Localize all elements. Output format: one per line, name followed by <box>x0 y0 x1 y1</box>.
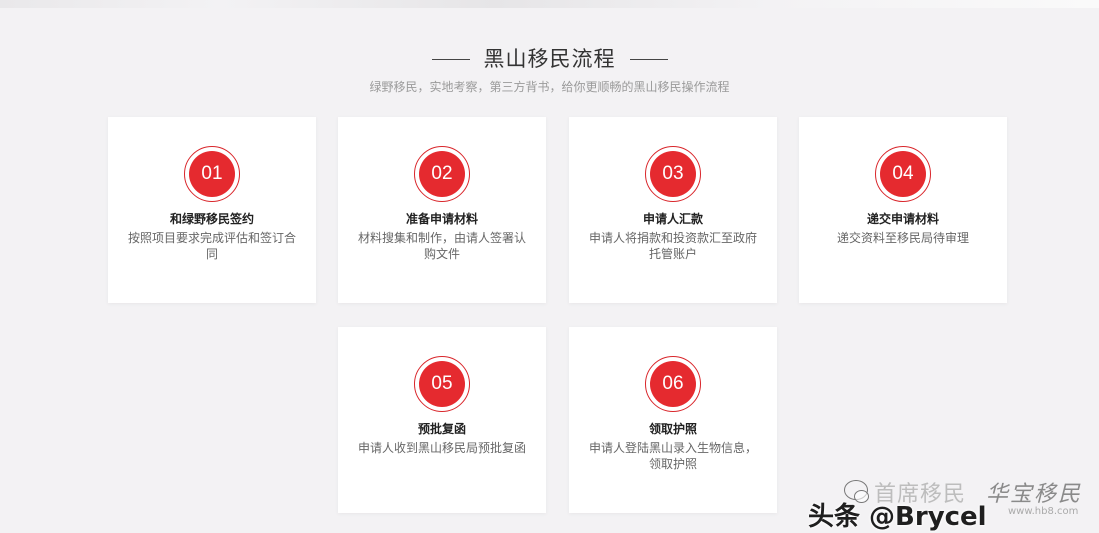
title-row: 黑山移民流程 <box>0 44 1099 74</box>
step-number: 03 <box>650 151 696 197</box>
step-card-2: 02 准备申请材料 材料搜集和制作，由请人签署认购文件 <box>338 117 546 303</box>
section-subtitle: 绿野移民，实地考察，第三方背书，给你更顺畅的黑山移民操作流程 <box>369 80 730 94</box>
step-title: 申请人汇款 <box>642 212 703 226</box>
title-line-left <box>431 58 470 60</box>
watermark-toutiao: 头条 @Brycel <box>808 502 987 532</box>
step-number-ring: 01 <box>184 146 240 202</box>
watermark: 首席移民 头条 @Brycel 华宝移民 www.hb8.com <box>808 474 1099 532</box>
step-description: 申请人登陆黑山录入生物信息，领取护照 <box>589 441 758 471</box>
step-card-3: 03 申请人汇款 申请人将捐款和投资款汇至政府托管账户 <box>569 117 777 303</box>
watermark-logo-url: www.hb8.com <box>1008 506 1079 517</box>
step-card-4: 04 递交申请材料 递交资料至移民局待审理 <box>799 117 1007 303</box>
step-number-ring: 05 <box>414 356 470 412</box>
step-title: 递交申请材料 <box>866 212 939 226</box>
top-banner-strip <box>0 0 1099 8</box>
watermark-logo: 华宝移民 www.hb8.com <box>984 474 1094 520</box>
step-title: 和绿野移民签约 <box>169 212 254 226</box>
step-description: 按照项目要求完成评估和签订合同 <box>128 231 297 261</box>
step-number: 02 <box>419 151 465 197</box>
section-title: 黑山移民流程 <box>483 47 616 71</box>
step-card-5: 05 预批复函 申请人收到黑山移民局预批复函 <box>338 327 546 513</box>
step-title: 准备申请材料 <box>405 212 478 226</box>
section-header: 黑山移民流程 绿野移民，实地考察，第三方背书，给你更顺畅的黑山移民操作流程 <box>0 44 1099 95</box>
step-description: 材料搜集和制作，由请人签署认购文件 <box>358 231 527 261</box>
step-title: 领取护照 <box>648 422 697 436</box>
step-description: 申请人将捐款和投资款汇至政府托管账户 <box>589 231 758 261</box>
step-number: 04 <box>880 151 926 197</box>
step-description: 申请人收到黑山移民局预批复函 <box>358 441 527 455</box>
step-card-1: 01 和绿野移民签约 按照项目要求完成评估和签订合同 <box>108 117 316 303</box>
step-description: 递交资料至移民局待审理 <box>836 231 969 245</box>
step-card-6: 06 领取护照 申请人登陆黑山录入生物信息，领取护照 <box>569 327 777 513</box>
step-number-ring: 06 <box>645 356 701 412</box>
step-number: 05 <box>419 361 465 407</box>
step-number-ring: 02 <box>414 146 470 202</box>
step-number: 06 <box>650 361 696 407</box>
step-number: 01 <box>189 151 235 197</box>
step-number-ring: 04 <box>875 146 931 202</box>
step-title: 预批复函 <box>417 422 466 436</box>
watermark-logo-text: 华宝移民 <box>986 482 1083 507</box>
step-number-ring: 03 <box>645 146 701 202</box>
title-line-right <box>629 58 668 60</box>
